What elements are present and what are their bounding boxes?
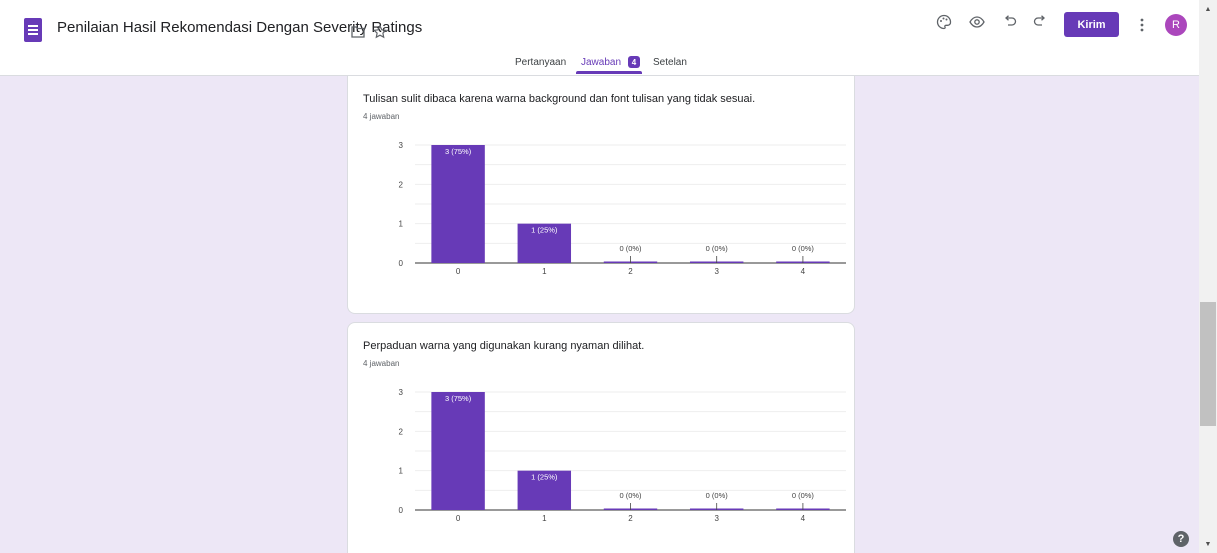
tab-setelan[interactable]: Setelan xyxy=(653,57,687,68)
star-icon[interactable] xyxy=(366,18,394,46)
x-tick-label: 0 xyxy=(456,514,461,523)
response-count-badge: 4 xyxy=(628,56,640,68)
undo-icon[interactable] xyxy=(996,8,1024,36)
scrollbar[interactable] xyxy=(1199,0,1217,553)
y-tick-label: 2 xyxy=(399,427,404,436)
response-count: 4 jawaban xyxy=(363,112,400,121)
redo-icon[interactable] xyxy=(1026,8,1054,36)
y-tick-label: 1 xyxy=(399,467,404,476)
data-label: 1 (25%) xyxy=(531,226,558,235)
data-label: 0 (0%) xyxy=(619,244,642,253)
data-label: 0 (0%) xyxy=(792,491,815,500)
app-header: Penilaian Hasil Rekomendasi Dengan Sever… xyxy=(0,0,1199,76)
y-tick-label: 0 xyxy=(399,259,404,268)
data-label: 1 (25%) xyxy=(531,473,558,482)
y-tick-label: 1 xyxy=(399,220,404,229)
x-tick-label: 0 xyxy=(456,267,461,276)
more-vert-icon[interactable] xyxy=(1128,11,1156,39)
palette-icon[interactable] xyxy=(930,8,958,36)
data-label: 0 (0%) xyxy=(706,244,729,253)
x-tick-label: 4 xyxy=(801,514,806,523)
data-label: 0 (0%) xyxy=(706,491,729,500)
tab-jawaban[interactable]: Jawaban xyxy=(581,57,621,68)
tab-pertanyaan[interactable]: Pertanyaan xyxy=(515,57,566,68)
x-tick-label: 3 xyxy=(714,267,719,276)
x-tick-label: 2 xyxy=(628,514,633,523)
x-tick-label: 2 xyxy=(628,267,633,276)
response-count: 4 jawaban xyxy=(363,359,400,368)
data-label: 3 (75%) xyxy=(445,147,472,156)
bar xyxy=(431,145,485,263)
preview-icon[interactable] xyxy=(963,8,991,36)
data-label: 0 (0%) xyxy=(619,491,642,500)
forms-logo-icon[interactable] xyxy=(24,18,42,42)
question-summary-card: Perpaduan warna yang digunakan kurang ny… xyxy=(347,322,855,553)
avatar[interactable]: R xyxy=(1165,14,1187,36)
help-icon[interactable]: ? xyxy=(1173,531,1189,547)
active-tab-indicator xyxy=(576,71,642,74)
bar-chart: 0 1 2 3 3 (75%) 0 1 (25%) 1 0 (0%) 2 0 (0%) 3 0 (0%)… xyxy=(399,388,846,523)
scrollbar-thumb[interactable] xyxy=(1200,302,1216,426)
bar-chart: 0 1 2 3 3 (75%) 0 1 (25%) 1 0 (0%) 2 0 (0%) 3 0 (0%)… xyxy=(399,141,846,276)
data-label: 0 (0%) xyxy=(792,244,815,253)
data-label: 3 (75%) xyxy=(445,394,472,403)
question-title: Perpaduan warna yang digunakan kurang ny… xyxy=(363,340,645,352)
bar xyxy=(431,392,485,510)
x-tick-label: 3 xyxy=(714,514,719,523)
scroll-up-arrow-icon[interactable]: ▲ xyxy=(1199,2,1217,16)
x-tick-label: 4 xyxy=(801,267,806,276)
y-tick-label: 3 xyxy=(399,388,404,397)
send-button[interactable]: Kirim xyxy=(1064,12,1119,37)
x-tick-label: 1 xyxy=(542,267,547,276)
y-tick-label: 3 xyxy=(399,141,404,150)
question-title: Tulisan sulit dibaca karena warna backgr… xyxy=(363,93,756,105)
question-summary-card: Tulisan sulit dibaca karena warna backgr… xyxy=(347,76,855,314)
scroll-down-arrow-icon[interactable]: ▼ xyxy=(1199,537,1217,551)
y-tick-label: 2 xyxy=(399,180,404,189)
x-tick-label: 1 xyxy=(542,514,547,523)
y-tick-label: 0 xyxy=(399,506,404,515)
